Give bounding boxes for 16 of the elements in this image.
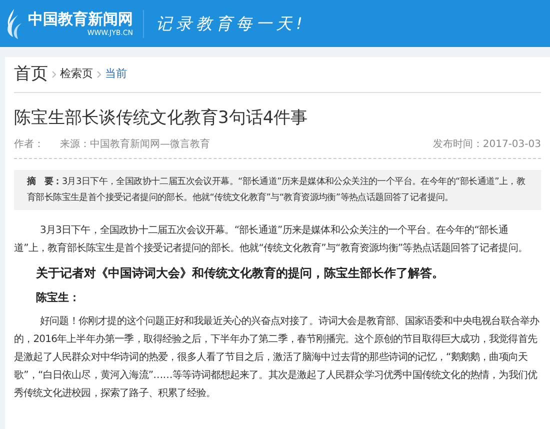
chevron-icon — [97, 71, 101, 78]
article-subheading: 关于记者对《中国诗词大会》和传统文化教育的提问，陈宝生部长作了解答。 — [34, 265, 445, 282]
article-paragraph: 好问题！你刚才提的这个问题正好和我最近关心的兴奋点对接了。诗词大会是教育部、国家语委和中央电视台联合举办的，2016年上半年办第一季，取得经验之后，下半年办了第二季，春节刚播完。这个原创的节目取得巨大成功，我觉得首先是激起了人民群众对中华诗词的热爱，很多人看了节目之后，激活了脑海中过去背的那些诗词的记忆，“鹅鹅鹅，曲项向天歌”，“白日依山尽，黄河入海流”……等等诗词都想起来了。其次是激起了人民群众学习优秀中国传统文化的热情，为我们优秀传统文化进校园，探索了路子、积累了经验。 — [14, 314, 540, 400]
article-source: 来源：中国教育新闻网—微言教育 — [60, 138, 210, 152]
chevron-icon — [52, 71, 56, 78]
publish-date: 发布时间：2017-03-03 — [432, 138, 541, 152]
author-label: 作者： — [14, 138, 44, 152]
summary-text: 摘 要：3月3日下午，全国政协十二届五次会议开幕。“部长通道”历来是媒体和公众关注的一个平台。在今年的“部长通道”上，教育部长陈宝生是首个接受记者提问的部长。他就“传统文化教育”与“教育资源均衡”等热点话题回答了记者提问。 — [27, 175, 526, 205]
site-slogan: 记录教育每一天! — [156, 12, 306, 34]
speaker-label: 陈宝生： — [35, 290, 81, 306]
site-name: 中国教育新闻网 — [28, 10, 133, 28]
breadcrumb-link[interactable]: 检索页 — [60, 66, 93, 83]
article-title: 陈宝生部长谈传统文化教育3句话4件事 — [14, 107, 309, 129]
article-paragraph: 3月3日下午，全国政协十二届五次会议开幕。“部长通道”历来是媒体和公众关注的一个平台。在今年的“部长通道”上，教育部长陈宝生是首个接受记者提问的部长。他就“传统文化教育”与“教育资源均衡”等热点话题回答了记者提问。 — [14, 224, 529, 256]
breadcrumb-link[interactable]: 当前 — [105, 66, 127, 83]
breadcrumb-link[interactable]: 首页 — [14, 62, 48, 88]
